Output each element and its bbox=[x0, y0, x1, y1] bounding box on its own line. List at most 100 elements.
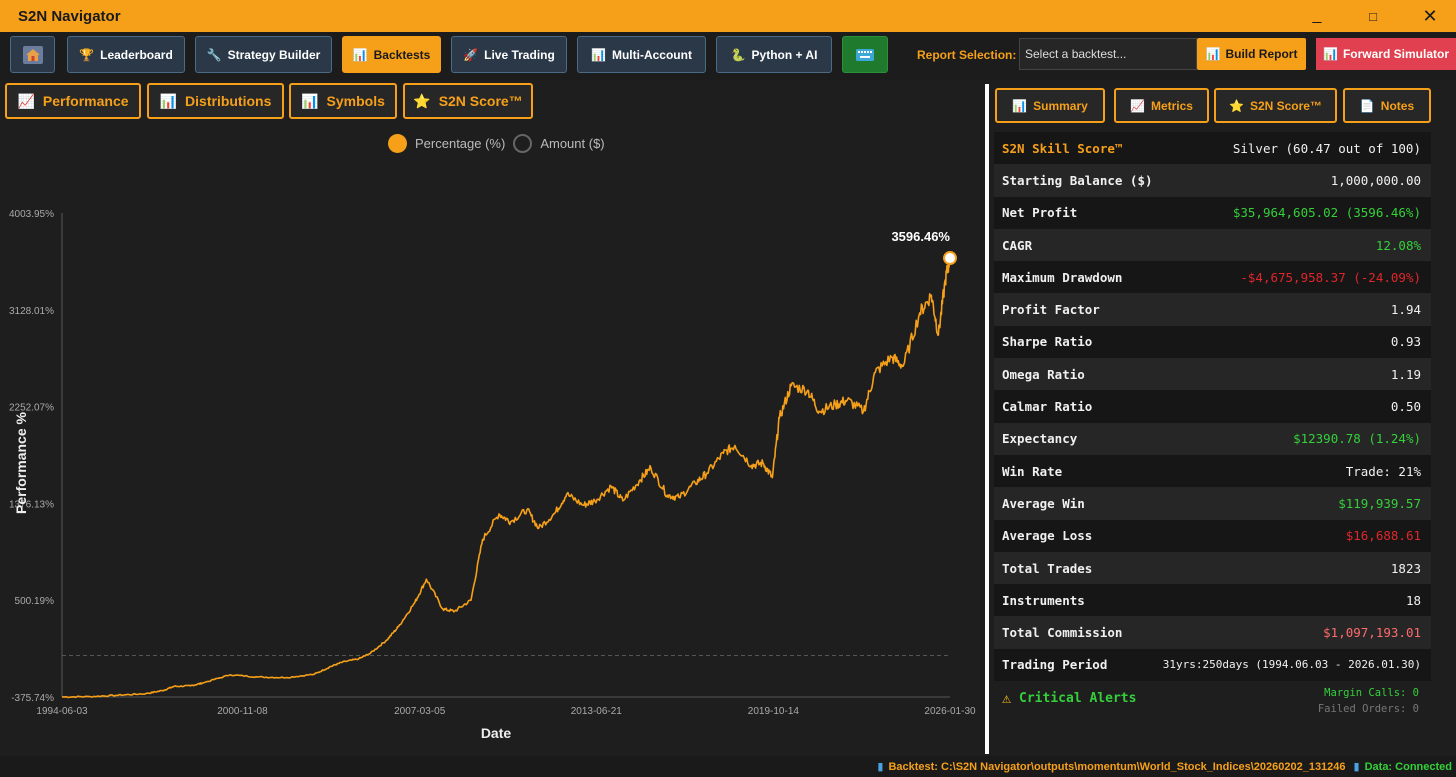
stat-label: Win Rate bbox=[1002, 463, 1063, 479]
stat-label: CAGR bbox=[1002, 237, 1033, 253]
y-tick-label: -375.74% bbox=[11, 693, 54, 704]
main-toolbar: 🏆 Leaderboard 🔧 Strategy Builder 📊 Backt… bbox=[0, 32, 1456, 80]
performance-line bbox=[62, 257, 951, 699]
tab-s2n-score-right[interactable]: ⭐ S2N Score™ bbox=[1214, 88, 1337, 123]
tab-metrics[interactable]: 📈 Metrics bbox=[1114, 88, 1209, 123]
performance-chart-panel: Percentage (%) Amount ($) -375.74% 500.19… bbox=[0, 124, 985, 754]
star-icon: ⭐ bbox=[1229, 98, 1244, 113]
stat-label: Starting Balance ($) bbox=[1002, 172, 1153, 188]
home-icon bbox=[22, 45, 43, 64]
stat-value: -$4,675,958.37 (-24.09%) bbox=[1240, 269, 1421, 285]
panel-divider[interactable] bbox=[985, 84, 989, 754]
multi-account-label: Multi-Account bbox=[611, 47, 692, 62]
stat-row-win-rate: Win Rate Trade: 21% bbox=[994, 454, 1431, 488]
margin-calls-count: Margin Calls: 0 bbox=[1324, 687, 1419, 699]
stat-value: $1,097,193.01 bbox=[1323, 625, 1421, 641]
bar-chart-icon: ▮ bbox=[1353, 761, 1360, 773]
stat-value: 1823 bbox=[1390, 560, 1421, 576]
stat-label: Total Trades bbox=[1002, 560, 1093, 576]
failed-orders-count: Failed Orders: 0 bbox=[1317, 703, 1419, 715]
stat-row-calmar: Calmar Ratio 0.50 bbox=[994, 390, 1431, 423]
close-button[interactable]: ✕ bbox=[1404, 0, 1456, 32]
multi-account-button[interactable]: 📊 Multi-Account bbox=[577, 36, 706, 73]
stat-label: Average Win bbox=[1002, 495, 1085, 511]
stat-row-omega: Omega Ratio 1.19 bbox=[994, 358, 1431, 391]
x-tick-label: 2000-11-08 bbox=[217, 706, 268, 717]
x-tick-label: 2007-03-05 bbox=[394, 706, 446, 717]
y-tick-label: 500.19% bbox=[15, 596, 55, 607]
tab-performance-label: Performance bbox=[42, 93, 129, 109]
build-report-button[interactable]: 📊 Build Report bbox=[1197, 38, 1306, 70]
python-icon: 🐍 bbox=[730, 47, 746, 62]
keyboard-button[interactable] bbox=[842, 36, 888, 73]
stat-row-trading-period: Trading Period 31yrs:250days (1994.06.03 … bbox=[994, 648, 1431, 682]
y-tick-label: 2252.07% bbox=[9, 403, 54, 414]
tab-notes[interactable]: 📄 Notes bbox=[1343, 88, 1431, 123]
critical-alerts: ⚠ Critical Alerts Margin Calls: 0 Failed… bbox=[994, 683, 1431, 721]
app-title: S2N Navigator bbox=[18, 7, 121, 25]
live-trading-label: Live Trading bbox=[484, 47, 555, 62]
critical-alerts-header: ⚠ Critical Alerts bbox=[1002, 689, 1136, 707]
stat-row-cagr: CAGR 12.08% bbox=[994, 228, 1431, 262]
wrench-icon: 🔧 bbox=[206, 47, 222, 62]
stat-value: Trade: 21% bbox=[1345, 463, 1421, 479]
maximize-button[interactable]: □ bbox=[1347, 0, 1399, 32]
bar-chart-icon: 📊 bbox=[1205, 47, 1221, 61]
bar-chart-icon: ▮ bbox=[877, 761, 884, 773]
stat-row-average-loss: Average Loss $16,688.61 bbox=[994, 519, 1431, 552]
stat-value: $119,939.57 bbox=[1338, 495, 1421, 511]
stat-label: Expectancy bbox=[1002, 431, 1078, 447]
y-axis-label: Performance % bbox=[13, 411, 29, 513]
performance-chart[interactable]: -375.74%500.19%1376.13%2252.07%3128.01%4… bbox=[0, 124, 985, 754]
stat-value: Silver (60.47 out of 100) bbox=[1232, 140, 1421, 156]
bar-chart-icon: 📊 bbox=[352, 47, 368, 62]
chart-up-icon: 📈 bbox=[1130, 98, 1145, 113]
live-trading-button[interactable]: 🚀 Live Trading bbox=[451, 36, 567, 73]
bar-chart-icon: 📊 bbox=[1323, 47, 1338, 61]
tab-performance[interactable]: 📈 Performance bbox=[5, 83, 141, 119]
stat-row-skill-score: S2N Skill Score™ Silver (60.47 out of 100… bbox=[994, 132, 1431, 165]
strategy-builder-label: Strategy Builder bbox=[227, 47, 321, 62]
stat-label: Net Profit bbox=[1002, 205, 1078, 221]
y-tick-label: 4003.95% bbox=[9, 209, 54, 220]
y-tick-label: 3128.01% bbox=[9, 306, 54, 317]
python-ai-label: Python + AI bbox=[751, 47, 818, 62]
tab-symbols[interactable]: 📊 Symbols bbox=[289, 83, 397, 119]
stat-label: Average Loss bbox=[1002, 528, 1093, 544]
tab-distributions[interactable]: 📊 Distributions bbox=[147, 83, 284, 119]
tab-s2n-score-label: S2N Score™ bbox=[438, 93, 523, 109]
forward-simulator-button[interactable]: 📊 Forward Simulator bbox=[1316, 38, 1456, 70]
home-button[interactable] bbox=[10, 36, 55, 73]
strategy-builder-button[interactable]: 🔧 Strategy Builder bbox=[195, 36, 332, 73]
x-tick-label: 2019-10-14 bbox=[748, 706, 800, 717]
stat-label: Omega Ratio bbox=[1002, 366, 1085, 382]
star-icon: ⭐ bbox=[413, 92, 431, 109]
stat-row-total-trades: Total Trades 1823 bbox=[994, 551, 1431, 585]
tab-s2n-score[interactable]: ⭐ S2N Score™ bbox=[403, 83, 533, 119]
stat-value: 0.93 bbox=[1390, 334, 1421, 350]
stat-value: 31yrs:250days (1994.06.03 - 2026.01.30) bbox=[1162, 658, 1421, 672]
stat-label: Total Commission bbox=[1002, 625, 1123, 641]
bar-chart-icon: 📊 bbox=[1012, 98, 1028, 113]
tab-notes-label: Notes bbox=[1380, 98, 1415, 113]
backtests-button[interactable]: 📊 Backtests bbox=[342, 36, 441, 73]
minimize-button[interactable]: _ bbox=[1291, 0, 1343, 32]
stat-label: Instruments bbox=[1002, 592, 1085, 608]
stat-row-expectancy: Expectancy $12390.78 (1.24%) bbox=[994, 422, 1431, 455]
build-report-label: Build Report bbox=[1225, 47, 1298, 61]
stat-row-sharpe: Sharpe Ratio 0.93 bbox=[994, 325, 1431, 359]
stat-label: Sharpe Ratio bbox=[1002, 334, 1093, 350]
end-value-label: 3596.46% bbox=[891, 229, 950, 244]
keyboard-icon bbox=[856, 48, 874, 61]
stat-row-net-profit: Net Profit $35,964,605.02 (3596.46%) bbox=[994, 196, 1431, 229]
tab-summary[interactable]: 📊 Summary bbox=[995, 88, 1105, 123]
stat-row-max-drawdown: Maximum Drawdown -$4,675,958.37 (-24.09%) bbox=[994, 261, 1431, 294]
stat-label: Profit Factor bbox=[1002, 302, 1100, 318]
stat-value: 0.50 bbox=[1390, 399, 1421, 415]
stat-label: Trading Period bbox=[1002, 657, 1108, 673]
leaderboard-button[interactable]: 🏆 Leaderboard bbox=[67, 36, 185, 73]
report-selection-dropdown[interactable]: Select a backtest... bbox=[1019, 38, 1197, 70]
tab-s2n-score-right-label: S2N Score™ bbox=[1249, 98, 1322, 113]
stat-value: 1,000,000.00 bbox=[1330, 172, 1421, 188]
python-ai-button[interactable]: 🐍 Python + AI bbox=[716, 36, 832, 73]
